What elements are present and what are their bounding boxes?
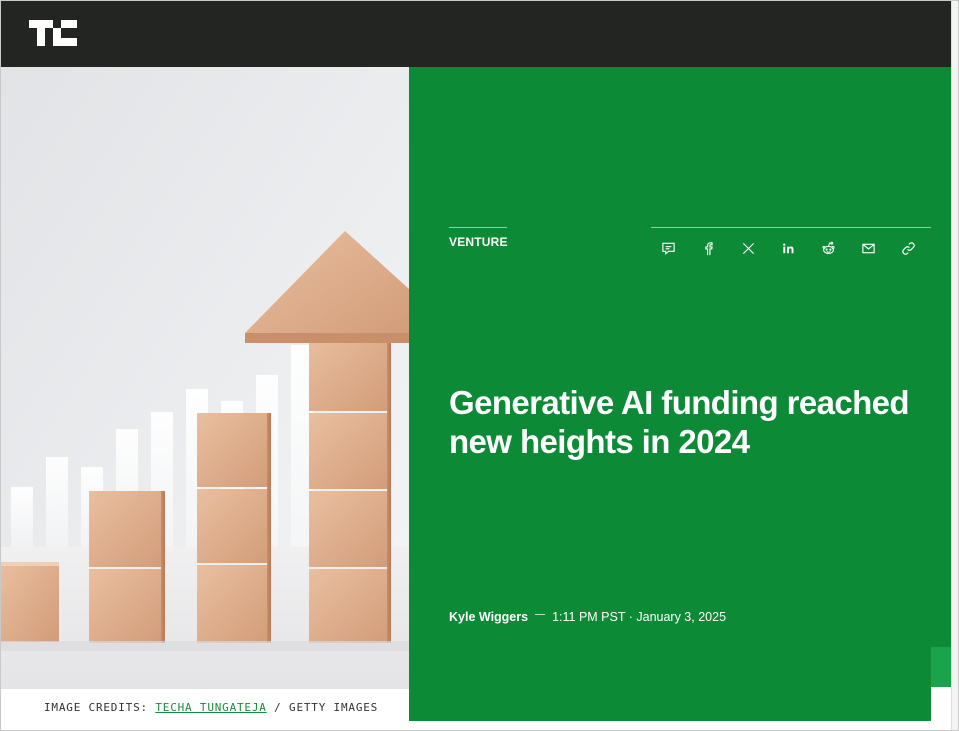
- credits-source: GETTY IMAGES: [289, 701, 379, 714]
- category-divider: [449, 227, 507, 228]
- byline-dash: [535, 613, 546, 615]
- credits-separator: /: [274, 701, 282, 714]
- article-headline: Generative AI funding reached new height…: [449, 384, 910, 460]
- page-scrollbar[interactable]: [951, 1, 958, 730]
- facebook-icon[interactable]: [699, 239, 717, 257]
- reddit-icon[interactable]: [819, 239, 837, 257]
- page-frame: IMAGE CREDITS: TECHA TUNGATEJA / GETTY I…: [0, 0, 959, 731]
- hero-image: [1, 67, 409, 689]
- author-link[interactable]: Kyle Wiggers: [449, 610, 528, 624]
- link-icon[interactable]: [899, 239, 917, 257]
- credits-label: IMAGE CREDITS:: [44, 701, 148, 714]
- credits-author-link[interactable]: TECHA TUNGATEJA: [155, 701, 266, 714]
- panel-edge-gap: [931, 687, 951, 721]
- comment-icon[interactable]: [659, 239, 677, 257]
- x-icon[interactable]: [739, 239, 757, 257]
- image-credits: IMAGE CREDITS: TECHA TUNGATEJA / GETTY I…: [1, 689, 409, 730]
- panel-accent-tab: [931, 647, 951, 687]
- share-divider: [651, 227, 931, 228]
- article-byline: Kyle Wiggers 1:11 PM PST · January 3, 20…: [449, 610, 726, 624]
- top-navigation-bar: [1, 1, 951, 67]
- linkedin-icon[interactable]: [779, 239, 797, 257]
- publish-time: 1:11 PM PST · January 3, 2025: [552, 610, 727, 624]
- wooden-blocks-growth-arrow-image: [1, 67, 409, 689]
- share-toolbar: [659, 239, 917, 257]
- techcrunch-logo-icon[interactable]: [29, 20, 77, 46]
- email-icon[interactable]: [859, 239, 877, 257]
- category-link[interactable]: VENTURE: [449, 235, 508, 249]
- article-header-panel: VENTURE Generative AI funding reached ne…: [409, 67, 951, 721]
